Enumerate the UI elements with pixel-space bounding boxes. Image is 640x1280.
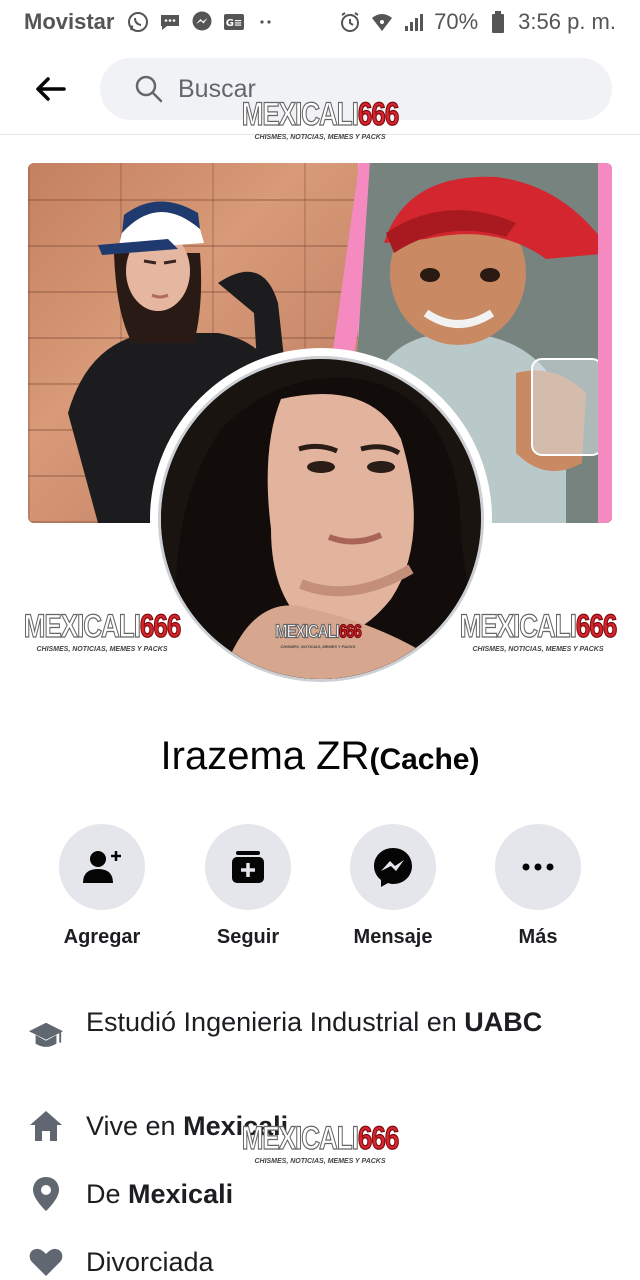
watermark-right: MEXICALI666 CHISMES, NOTICIAS, MEMES Y P… xyxy=(458,609,618,653)
whatsapp-icon xyxy=(126,10,150,34)
watermark-top: MEXICALI666 CHISMES, NOTICIAS, MEMES Y P… xyxy=(240,97,400,141)
profile-actions: Agregar Seguir Mensaje Más xyxy=(0,824,640,954)
watermark-brand-b: 666 xyxy=(338,621,362,643)
graduation-cap-icon xyxy=(28,1018,64,1054)
more-button[interactable]: Más xyxy=(468,824,608,949)
add-friend-button-circle xyxy=(59,824,145,910)
status-right: 70% 3:56 p. m. xyxy=(338,9,616,35)
signal-icon xyxy=(402,10,426,34)
from-prefix: De xyxy=(86,1179,129,1209)
education-prefix: Estudió Ingenieria Industrial en xyxy=(86,1007,465,1037)
profile-name-main: Irazema ZR xyxy=(160,734,370,778)
follow-label: Seguir xyxy=(216,926,280,948)
follow-button[interactable]: Seguir xyxy=(178,824,318,949)
watermark-brand-b: 666 xyxy=(357,95,399,133)
location-pin-icon xyxy=(28,1176,64,1212)
follow-button-circle xyxy=(205,824,291,910)
add-friend-label: Agregar xyxy=(63,926,141,948)
back-button[interactable] xyxy=(26,68,74,110)
add-friend-button[interactable]: Agregar xyxy=(32,824,172,949)
watermark-brand-a: MEXICALI xyxy=(241,1119,359,1157)
from-place[interactable]: Mexicali xyxy=(128,1179,233,1209)
battery-icon xyxy=(486,10,510,34)
watermark-brand-b: 666 xyxy=(139,607,181,645)
watermark-brand-a: MEXICALI xyxy=(23,607,141,645)
back-arrow-icon xyxy=(36,77,66,101)
watermark-tagline: CHISMES, NOTICIAS, MEMES Y PACKS xyxy=(36,646,168,653)
carrier-name: Movistar xyxy=(24,9,115,34)
watermark-brand-b: 666 xyxy=(575,607,617,645)
messenger-icon xyxy=(374,848,412,887)
message-button[interactable]: Mensaje xyxy=(323,824,463,949)
search-icon xyxy=(135,75,163,103)
status-bar: Movistar G≡ 70% 3:56 p. m. xyxy=(0,0,640,44)
gmail-icon: G≡ xyxy=(222,10,246,34)
chat-bubble-icon xyxy=(158,10,182,34)
watermark-brand-b: 666 xyxy=(357,1119,399,1157)
watermark-tagline: CHISMES, NOTICIAS, MEMES Y PACKS xyxy=(280,644,356,649)
watermark-brand: MEXICALI666 xyxy=(240,1119,400,1157)
svg-text:G≡: G≡ xyxy=(226,18,243,29)
watermark-left: MEXICALI666 CHISMES, NOTICIAS, MEMES Y P… xyxy=(22,609,182,653)
watermark-tagline: CHISMES, NOTICIAS, MEMES Y PACKS xyxy=(254,134,386,141)
follow-icon xyxy=(232,851,264,883)
watermark-bottom: MEXICALI666 CHISMES, NOTICIAS, MEMES Y P… xyxy=(240,1121,400,1165)
clock: 3:56 p. m. xyxy=(518,9,616,34)
message-button-circle xyxy=(350,824,436,910)
lives-prefix: Vive en xyxy=(86,1111,184,1141)
watermark-brand-a: MEXICALI xyxy=(241,95,359,133)
profile-name: Irazema ZR(Cache) xyxy=(0,734,640,779)
alarm-icon xyxy=(338,10,362,34)
dots-icon xyxy=(254,10,278,34)
watermark-brand: MEXICALI666 xyxy=(268,621,368,643)
wifi-icon xyxy=(370,10,394,34)
add-friend-icon xyxy=(83,851,121,883)
watermark-brand: MEXICALI666 xyxy=(458,607,618,645)
more-label: Más xyxy=(518,926,558,948)
more-button-circle xyxy=(495,824,581,910)
watermark-tagline: CHISMES, NOTICIAS, MEMES Y PACKS xyxy=(254,1158,386,1165)
watermark-brand: MEXICALI666 xyxy=(240,95,400,133)
education-place[interactable]: UABC xyxy=(464,1007,542,1037)
heart-icon xyxy=(28,1244,64,1280)
watermark-center: MEXICALI666 CHISMES, NOTICIAS, MEMES Y P… xyxy=(268,622,368,649)
messenger-icon xyxy=(190,10,214,34)
watermark-brand-a: MEXICALI xyxy=(275,621,341,643)
battery-percentage: 70% xyxy=(434,9,479,34)
from-text: De Mexicali xyxy=(86,1176,606,1212)
watermark-brand: MEXICALI666 xyxy=(22,607,182,645)
relationship-text: Divorciada xyxy=(86,1247,214,1277)
cover-pink-edge xyxy=(598,163,612,523)
watermark-tagline: CHISMES, NOTICIAS, MEMES Y PACKS xyxy=(472,646,604,653)
message-label: Mensaje xyxy=(353,926,433,948)
home-icon xyxy=(28,1108,64,1144)
status-left: Movistar G≡ xyxy=(24,9,278,35)
watermark-brand-a: MEXICALI xyxy=(459,607,577,645)
more-icon xyxy=(522,863,554,871)
education-text: Estudió Ingenieria Industrial en UABC xyxy=(86,1004,606,1040)
profile-alternate-name: (Cache) xyxy=(369,743,480,776)
